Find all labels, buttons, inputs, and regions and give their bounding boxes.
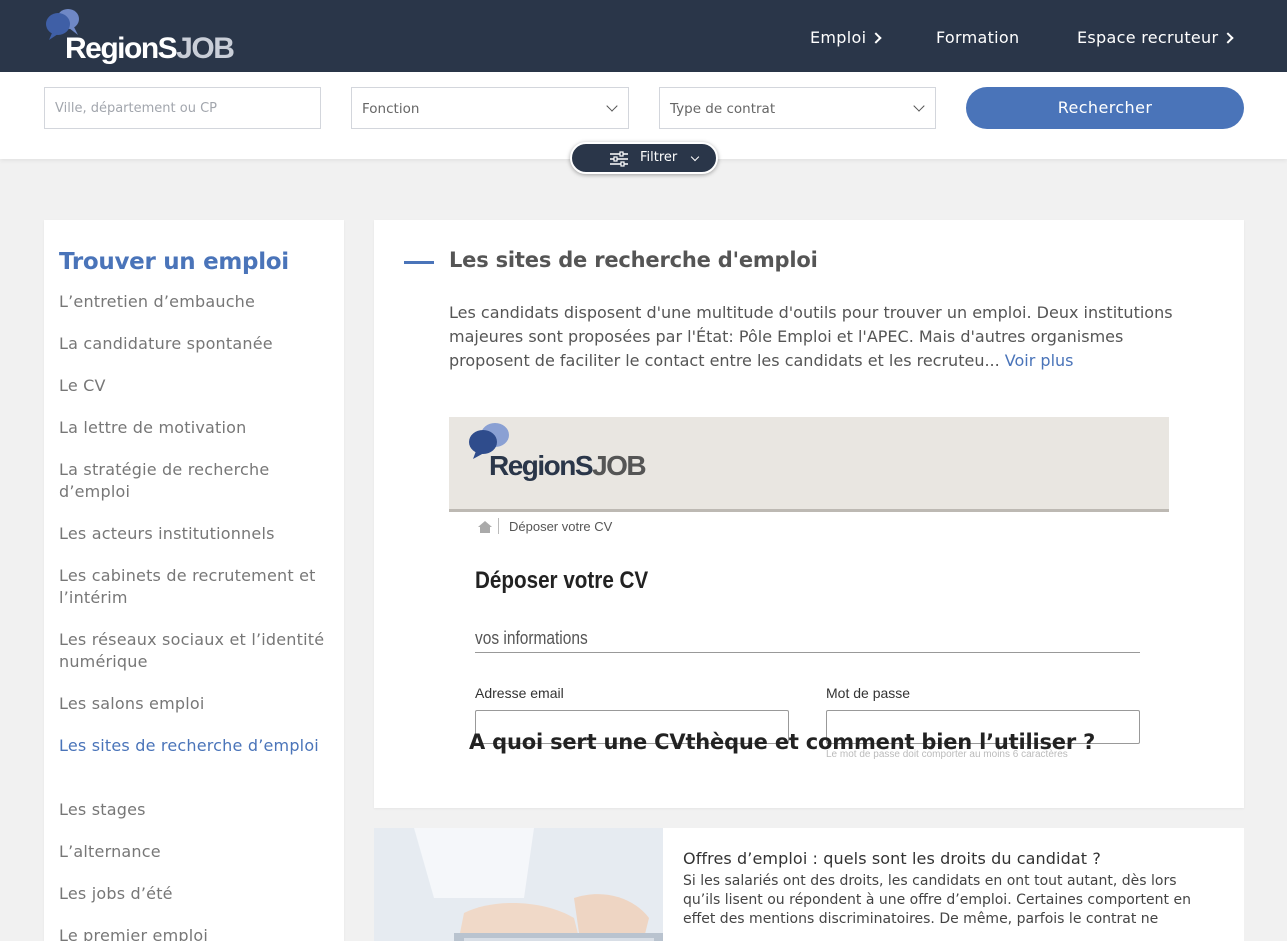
hero-divider xyxy=(475,652,1140,653)
hero-logo-wordmark: RegionSJOB xyxy=(489,450,647,481)
regionsjob-logo[interactable]: RegionSJOB xyxy=(44,7,254,65)
title-accent-dash xyxy=(404,261,434,264)
location-input[interactable] xyxy=(55,101,310,116)
sidebar-title[interactable]: Trouver un emploi xyxy=(59,249,289,275)
chevron-right-icon xyxy=(1222,32,1235,44)
voir-plus-link[interactable]: Voir plus xyxy=(1000,351,1074,370)
logo-wordmark: RegionSJOB xyxy=(65,32,235,65)
sidebar-item-acteurs[interactable]: Les acteurs institutionnels xyxy=(59,523,331,545)
home-icon xyxy=(478,521,492,533)
sidebar-item-alternance[interactable]: L’alternance xyxy=(59,841,331,863)
sidebar-item-cabinets[interactable]: Les cabinets de recrutement et l’intérim xyxy=(59,565,331,609)
sidebar-item-reseaux[interactable]: Les réseaux sociaux et l’identité numéri… xyxy=(59,629,331,673)
filter-label: Filtrer xyxy=(640,150,678,165)
search-button[interactable]: Rechercher xyxy=(966,87,1244,129)
sidebar-item-strategie[interactable]: La stratégie de recherche d’emploi xyxy=(59,459,331,503)
hero-password-label: Mot de passe xyxy=(826,685,911,701)
function-select[interactable]: Fonction xyxy=(351,87,629,129)
hero-header-band: RegionSJOB xyxy=(449,417,1169,512)
top-navigation-bar: RegionSJOB Emploi Formation Espace recru… xyxy=(0,0,1287,72)
sidebar-item-lettre[interactable]: La lettre de motivation xyxy=(59,417,331,439)
sidebar-item-jobs-ete[interactable]: Les jobs d’été xyxy=(59,883,331,905)
article-excerpt: Si les salariés ont des droits, les cand… xyxy=(683,873,1191,927)
breadcrumb-separator xyxy=(498,518,499,534)
chevron-down-icon xyxy=(690,152,700,162)
filter-button[interactable]: Filtrer xyxy=(570,142,718,174)
sidebar-item-candidature[interactable]: La candidature spontanée xyxy=(59,333,331,355)
intro-text: Les candidats disposent d'une multitude … xyxy=(449,301,1179,373)
function-select-value: Fonction xyxy=(362,101,420,117)
sidebar-item-cv[interactable]: Le CV xyxy=(59,375,331,397)
chevron-right-icon xyxy=(870,32,883,44)
article-thumbnail[interactable] xyxy=(374,828,663,941)
contract-type-select[interactable]: Type de contrat xyxy=(659,87,936,129)
contract-type-select-value: Type de contrat xyxy=(670,101,776,117)
nav-espace-recruteur[interactable]: Espace recruteur xyxy=(1077,28,1235,47)
featured-article-image[interactable]: RegionSJOB Déposer votre CV Déposer votr… xyxy=(449,417,1169,777)
location-field[interactable] xyxy=(44,87,321,129)
sidebar-item-sites[interactable]: Les sites de recherche d’emploi xyxy=(59,735,331,757)
featured-article-title[interactable]: A quoi sert une CVthèque et comment bien… xyxy=(469,730,1095,754)
main-content-card: Les sites de recherche d'emploi Les cand… xyxy=(374,220,1244,808)
chevron-down-icon xyxy=(606,100,618,112)
article-card[interactable]: Offres d’emploi : quels sont les droits … xyxy=(374,828,1244,941)
sidebar-item-premier-emploi[interactable]: Le premier emploi xyxy=(59,925,331,941)
hero-breadcrumb: Déposer votre CV xyxy=(509,519,613,534)
hands-on-keyboard-illustration xyxy=(374,828,663,941)
sidebar-item-entretien[interactable]: L’entretien d’embauche xyxy=(59,291,331,313)
article-title[interactable]: Offres d’emploi : quels sont les droits … xyxy=(683,849,1101,868)
sidebar-item-stages[interactable]: Les stages xyxy=(59,799,331,821)
hero-heading: Déposer votre CV xyxy=(475,567,649,594)
sidebar-item-salons[interactable]: Les salons emploi xyxy=(59,693,331,715)
nav-emploi[interactable]: Emploi xyxy=(810,28,883,47)
hero-email-label: Adresse email xyxy=(475,685,564,701)
page-title: Les sites de recherche d'emploi xyxy=(449,248,818,272)
nav-formation[interactable]: Formation xyxy=(936,28,1019,47)
chevron-down-icon xyxy=(913,100,925,112)
sidebar: Trouver un emploi L’entretien d’embauche… xyxy=(44,220,344,941)
sliders-icon xyxy=(610,151,628,167)
hero-section-title: vos informations xyxy=(475,628,588,648)
